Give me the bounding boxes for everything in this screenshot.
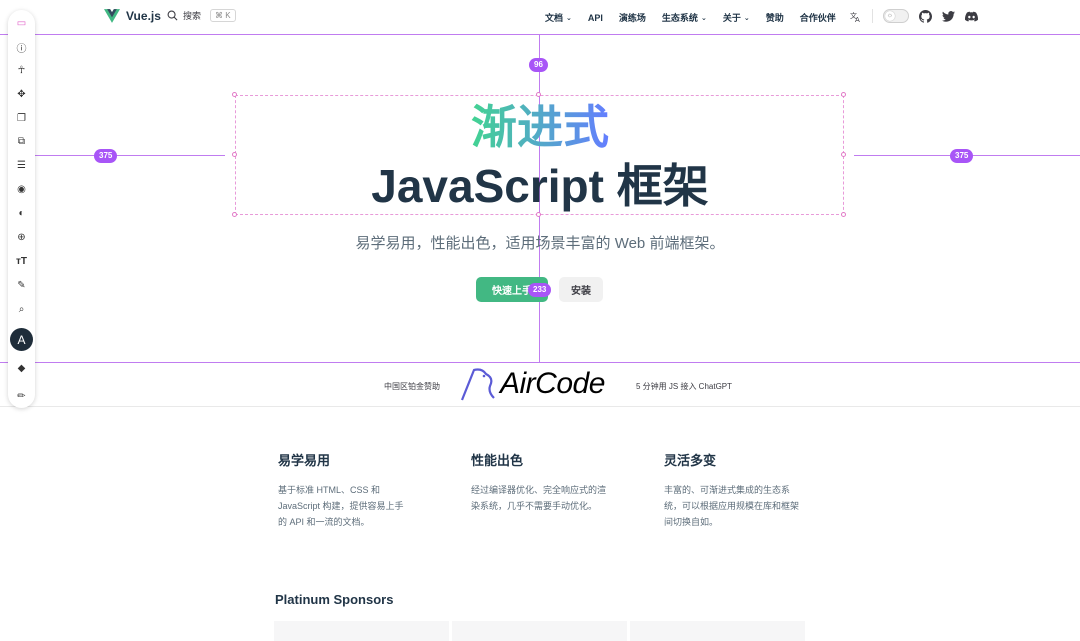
- layers-icon[interactable]: ❐: [8, 108, 35, 128]
- nav-label: 演练场: [618, 13, 646, 23]
- svg-text:A: A: [855, 16, 860, 22]
- measure-badge-top: 96: [529, 58, 548, 72]
- aircode-mark-icon: [460, 368, 495, 401]
- feature-title: 易学易用: [278, 453, 331, 468]
- feature-versatile: 灵活多变 丰富的、可渐进式集成的生态系统，可以根据应用规模在库和框架间切换自如。: [664, 450, 804, 530]
- accessibility-icon[interactable]: ☥: [8, 60, 35, 80]
- sponsor-slot[interactable]: [452, 621, 627, 641]
- search-icon: [167, 10, 178, 21]
- twitter-icon[interactable]: [942, 10, 955, 23]
- nav-label: 关于: [722, 13, 741, 23]
- translate-icon[interactable]: 文A: [849, 10, 862, 23]
- palette-icon[interactable]: ◉: [8, 179, 35, 199]
- nav-label: 文档: [545, 13, 564, 23]
- feature-text: 经过编译器优化、完全响应式的渲染系统，几乎不需要手动优化。: [471, 485, 607, 511]
- nav-sponsor[interactable]: 赞助: [766, 11, 784, 24]
- edit-icon[interactable]: ✏: [8, 386, 35, 406]
- align-icon[interactable]: ☰: [8, 155, 35, 175]
- avatar[interactable]: A: [10, 328, 33, 351]
- contrast-icon[interactable]: ◐: [8, 203, 35, 223]
- hero-gradient-text: 渐进式: [471, 101, 609, 153]
- info-icon[interactable]: ⓘ: [8, 37, 35, 57]
- chevron-down-icon: ⌄: [566, 14, 572, 22]
- top-navbar: Vue.js 搜索 ⌘ K 文档 ⌄ API 演练场 生态系统 ⌄ 关于 ⌄ 赞助 合…: [0, 0, 1080, 34]
- hero-title-line2: JavaScript 框架: [371, 160, 709, 212]
- inspector-toolbar: ▭ ⓘ ☥ ✥ ❐ ⧉ ☰ ◉ ◐ ⊕ тT ✎ ⌕ A ◆ ✏: [8, 10, 35, 408]
- nav-playground[interactable]: 演练场: [619, 11, 646, 24]
- resize-handle[interactable]: [232, 92, 237, 97]
- sponsor-description: 5 分钟用 JS 接入 ChatGPT: [636, 382, 733, 391]
- feature-performant: 性能出色 经过编译器优化、完全响应式的渲染系统，几乎不需要手动优化。: [471, 450, 611, 514]
- measure-badge-left: 375: [94, 149, 118, 163]
- sponsor-label: 中国区铂金赞助: [384, 382, 440, 391]
- search-label: 搜索: [183, 11, 202, 21]
- nav-actions: 文A ☼: [849, 9, 978, 23]
- hero-tagline: 易学易用，性能出色，适用场景丰富的 Web 前端框架。: [355, 235, 725, 252]
- typography-icon[interactable]: тT: [8, 251, 35, 271]
- pen-icon[interactable]: ✎: [8, 275, 35, 295]
- ruler-icon[interactable]: ▭: [8, 13, 35, 33]
- vue-logo-icon: [104, 9, 120, 23]
- chevron-down-icon: ⌄: [700, 14, 707, 22]
- resize-handle[interactable]: [536, 92, 541, 97]
- copy-icon[interactable]: ⧉: [8, 131, 35, 151]
- feature-text: 丰富的、可渐进式集成的生态系统，可以根据应用规模在库和框架间切换自如。: [664, 485, 800, 527]
- guide-line-left: [35, 155, 225, 156]
- sponsor-slot[interactable]: [274, 621, 449, 641]
- feature-title: 性能出色: [471, 453, 524, 468]
- nav-label: 赞助: [765, 13, 784, 23]
- discord-icon[interactable]: [965, 10, 978, 23]
- nav-docs[interactable]: 文档 ⌄: [545, 11, 572, 24]
- resize-handle[interactable]: [841, 92, 846, 97]
- theme-toggle[interactable]: ☼: [883, 9, 909, 23]
- logo-text: Vue.js: [126, 9, 161, 23]
- measure-badge-bottom: 233: [528, 283, 552, 297]
- search-shortcut: ⌘ K: [210, 9, 236, 22]
- main-nav: 文档 ⌄ API 演练场 生态系统 ⌄ 关于 ⌄ 赞助 合作伙伴: [545, 11, 836, 24]
- search-icon[interactable]: ⌕: [8, 299, 35, 319]
- move-icon[interactable]: ✥: [8, 84, 35, 104]
- sponsor-slot[interactable]: [630, 621, 805, 641]
- site-logo[interactable]: Vue.js: [104, 9, 161, 23]
- nav-about[interactable]: 关于 ⌄: [723, 11, 750, 24]
- sponsor-bar: 中国区铂金赞助 AirCode 5 分钟用 JS 接入 ChatGPT: [0, 362, 1080, 407]
- install-button[interactable]: 安装: [559, 277, 603, 302]
- github-icon[interactable]: [919, 9, 932, 23]
- sponsor-logo-text: AirCode: [500, 367, 605, 400]
- sun-icon: ☼: [885, 11, 895, 21]
- nav-partners[interactable]: 合作伙伴: [800, 11, 836, 24]
- nav-label: 生态系统: [661, 13, 698, 23]
- nav-ecosystem[interactable]: 生态系统 ⌄: [662, 11, 707, 24]
- nav-divider: [872, 9, 873, 23]
- feature-approachable: 易学易用 基于标准 HTML、CSS 和 JavaScript 构建，提供容易上…: [278, 450, 418, 530]
- fill-icon[interactable]: ◆: [8, 358, 35, 378]
- hero-title-line1: 渐进式: [0, 99, 1080, 155]
- spacing-icon[interactable]: ⊕: [8, 227, 35, 247]
- guide-line-top-horizontal: [0, 34, 1080, 35]
- nav-label: API: [587, 12, 603, 23]
- nav-api[interactable]: API: [588, 11, 603, 24]
- platinum-sponsors-title: Platinum Sponsors: [275, 592, 394, 607]
- aircode-logo[interactable]: AirCode: [460, 366, 605, 402]
- feature-title: 灵活多变: [664, 453, 717, 468]
- chevron-down-icon: ⌄: [743, 14, 750, 22]
- measure-badge-right: 375: [950, 149, 974, 163]
- search-button[interactable]: 搜索 ⌘ K: [167, 9, 236, 22]
- nav-label: 合作伙伴: [799, 13, 836, 23]
- feature-text: 基于标准 HTML、CSS 和 JavaScript 构建，提供容易上手的 AP…: [278, 485, 404, 527]
